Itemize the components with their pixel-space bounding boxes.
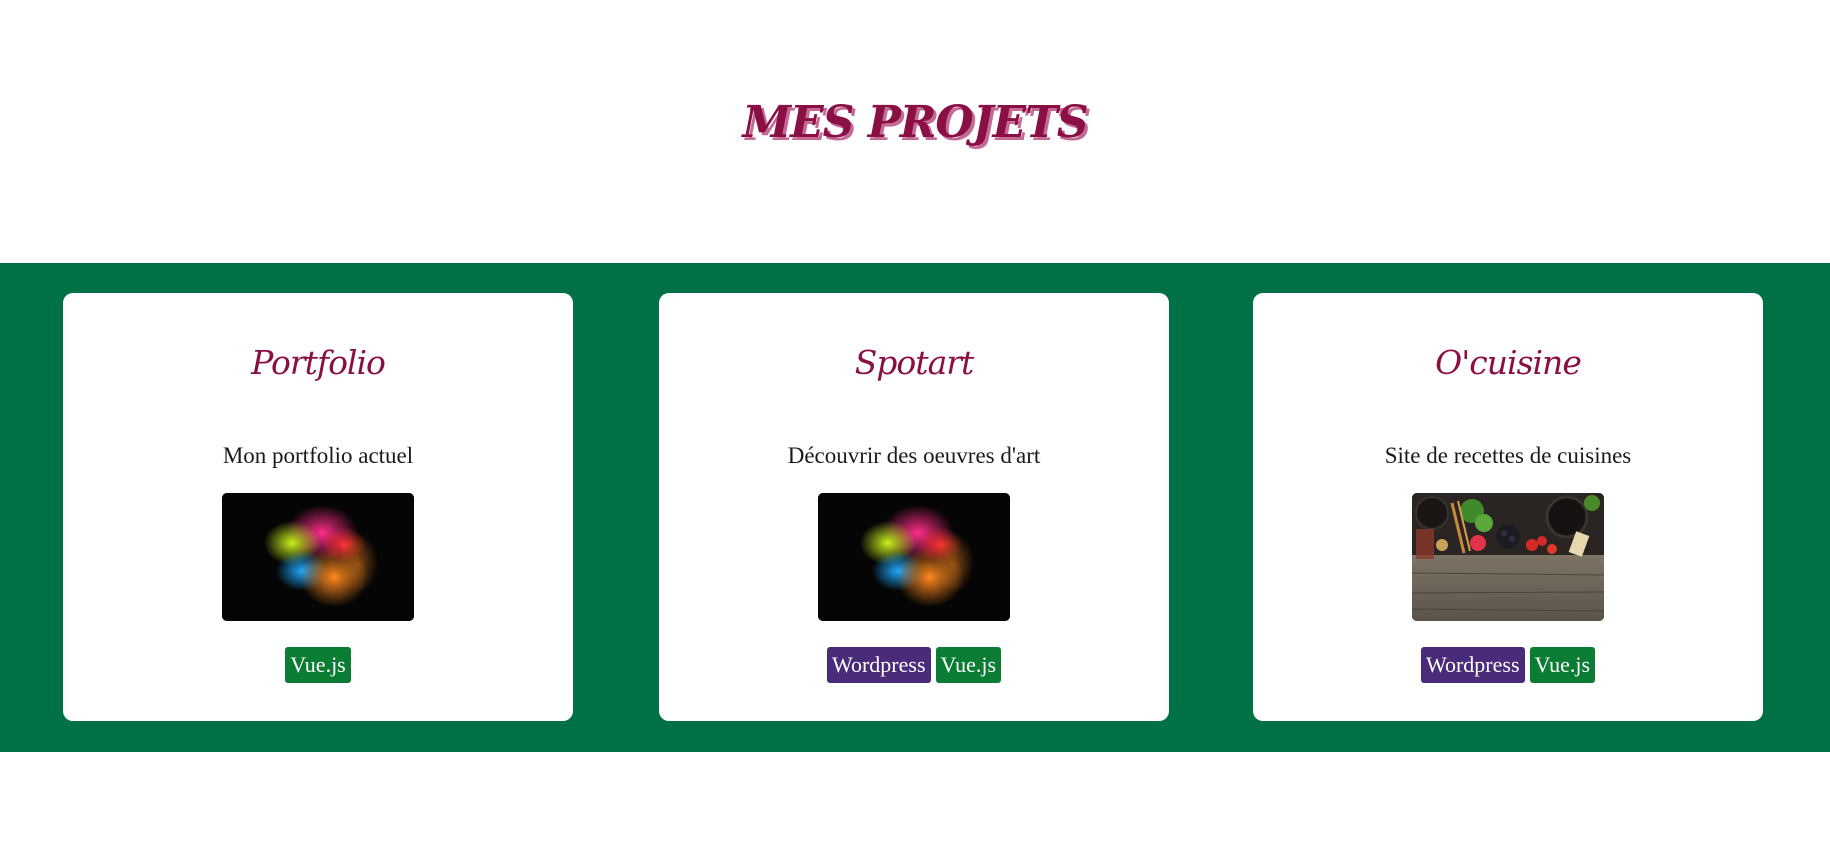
project-description: Mon portfolio actuel — [222, 443, 414, 468]
project-card-spotart[interactable]: Spotart Découvrir des oeuvres d'art Word… — [659, 293, 1169, 721]
tag-wordpress[interactable]: Wordpress — [1420, 647, 1525, 683]
tag-list: Wordpress Vue.js — [1253, 647, 1763, 683]
project-image-powder-explosion[interactable] — [818, 493, 1010, 621]
project-title: Spotart — [854, 343, 975, 382]
page-title: MES PROJETS — [742, 97, 1088, 148]
project-title: O'cuisine — [1435, 343, 1582, 382]
projects-section: Portfolio Mon portfolio actuel Vue.js Sp… — [0, 263, 1830, 752]
page: MES PROJETS Portfolio Mon portfolio actu… — [0, 0, 1830, 852]
project-image-cooking-ingredients[interactable] — [1412, 493, 1604, 621]
project-title: Portfolio — [251, 343, 386, 382]
project-card-portfolio[interactable]: Portfolio Mon portfolio actuel Vue.js — [63, 293, 573, 721]
tag-list: Wordpress Vue.js — [659, 647, 1169, 683]
tag-vuejs[interactable]: Vue.js — [935, 647, 1002, 683]
tag-wordpress[interactable]: Wordpress — [826, 647, 931, 683]
project-description: Découvrir des oeuvres d'art — [787, 443, 1041, 468]
project-description: Site de recettes de cuisines — [1384, 443, 1632, 468]
header-section: MES PROJETS — [0, 0, 1830, 263]
tag-vuejs[interactable]: Vue.js — [285, 647, 351, 683]
project-image-powder-explosion[interactable] — [222, 493, 414, 621]
tag-list: Vue.js — [63, 647, 573, 683]
tag-vuejs[interactable]: Vue.js — [1529, 647, 1596, 683]
project-card-ocuisine[interactable]: O'cuisine Site de recettes de cuisines W… — [1253, 293, 1763, 721]
